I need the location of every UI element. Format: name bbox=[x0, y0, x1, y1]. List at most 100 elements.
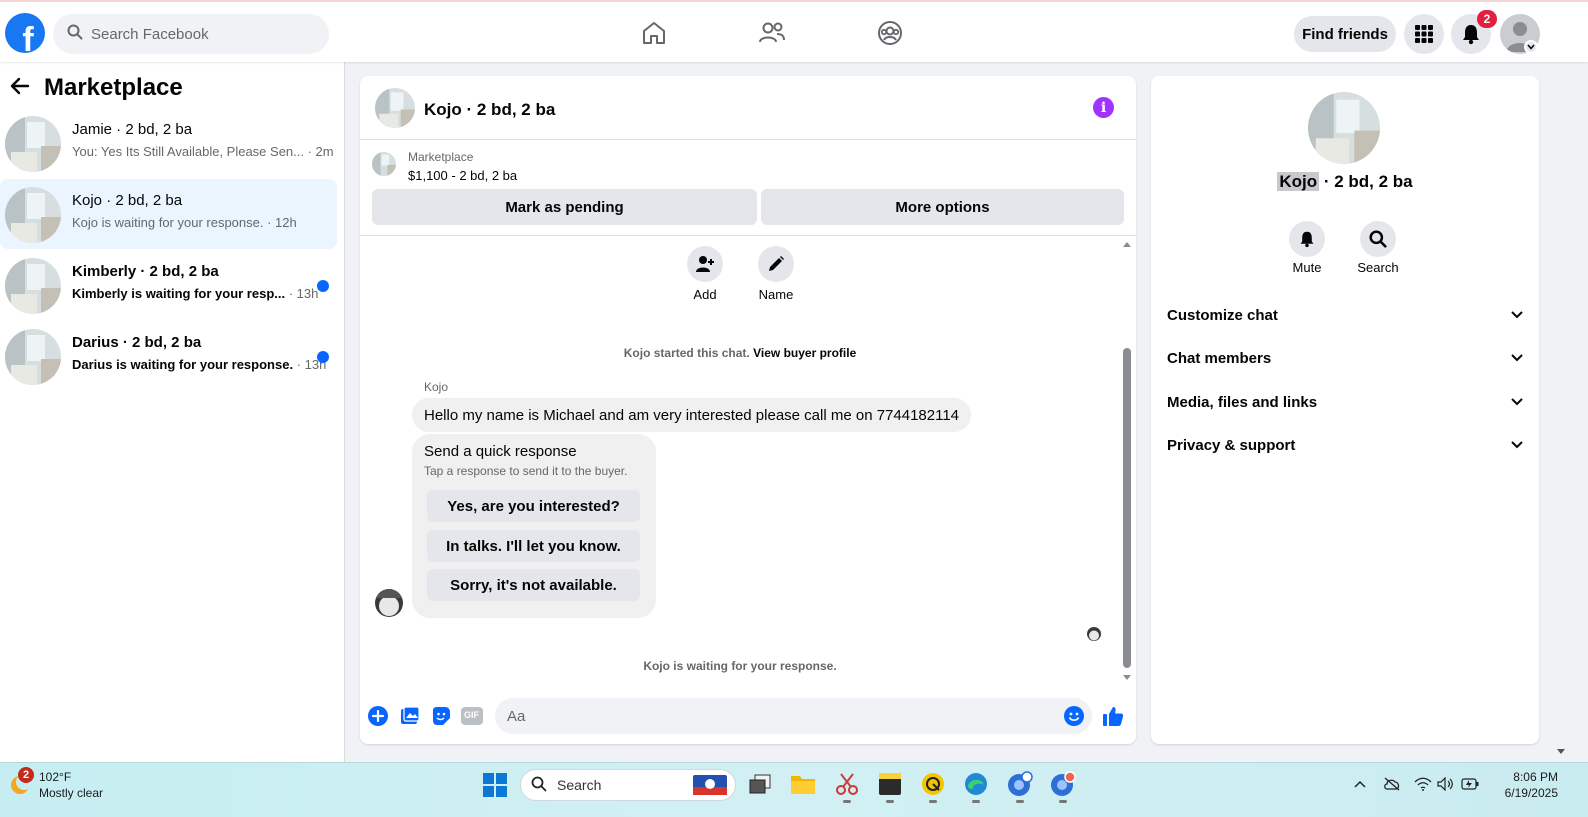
volume-icon[interactable] bbox=[1437, 775, 1455, 793]
search-facebook-input[interactable] bbox=[91, 25, 311, 43]
file-explorer-icon[interactable] bbox=[790, 771, 816, 797]
chrome-profile-icon[interactable] bbox=[1050, 771, 1076, 797]
wifi-icon[interactable] bbox=[1414, 775, 1432, 793]
conversation-avatar[interactable] bbox=[1308, 92, 1380, 164]
chrome-profile-icon[interactable] bbox=[1007, 771, 1033, 797]
home-icon[interactable] bbox=[639, 18, 669, 48]
incoming-message[interactable]: Hello my name is Michael and am very int… bbox=[412, 398, 972, 432]
seen-indicator-avatar bbox=[1087, 627, 1101, 641]
view-buyer-profile-link[interactable]: View buyer profile bbox=[753, 346, 856, 360]
chevron-down-icon bbox=[1511, 354, 1523, 362]
conversation-name: Darius · 2 bd, 2 ba bbox=[72, 334, 202, 351]
mark-as-pending-button[interactable]: Mark as pending bbox=[372, 189, 757, 225]
quick-response-title: Send a quick response bbox=[424, 443, 577, 460]
chat-started-notice: Kojo started this chat. View buyer profi… bbox=[623, 346, 857, 360]
message-input[interactable] bbox=[495, 698, 1092, 734]
listing-banner: Marketplace $1,100 - 2 bd, 2 ba Mark as … bbox=[360, 140, 1136, 236]
conversation-title: Kojo · 2 bd, 2 ba bbox=[1277, 172, 1413, 191]
chat-header: Kojo · 2 bd, 2 ba i bbox=[360, 76, 1136, 140]
sticky-notes-icon[interactable] bbox=[877, 771, 903, 797]
thumbs-up-icon[interactable] bbox=[1102, 705, 1124, 727]
sender-name: Kojo bbox=[424, 380, 449, 394]
weather-temperature[interactable]: 102°F bbox=[39, 770, 71, 784]
chat-title[interactable]: Kojo · 2 bd, 2 ba bbox=[424, 100, 555, 120]
quick-response-option[interactable]: In talks. I'll let you know. bbox=[427, 530, 640, 562]
gif-icon[interactable]: GIF bbox=[461, 705, 483, 727]
scroll-thumb[interactable] bbox=[1123, 348, 1131, 668]
running-indicator bbox=[886, 800, 894, 803]
search-label: Search bbox=[1357, 260, 1399, 275]
listing-source: Marketplace bbox=[408, 150, 474, 164]
battery-charging-icon[interactable] bbox=[1461, 775, 1479, 793]
chevron-down-icon bbox=[1511, 398, 1523, 406]
sender-avatar[interactable] bbox=[375, 589, 403, 617]
taskbar-search-box[interactable]: Search bbox=[520, 769, 736, 801]
emoji-icon[interactable] bbox=[1063, 705, 1085, 727]
running-indicator bbox=[1059, 800, 1067, 803]
facebook-logo[interactable]: f bbox=[5, 13, 45, 53]
search-highlight-flag-icon bbox=[693, 773, 727, 800]
sticker-icon[interactable] bbox=[430, 705, 452, 727]
search-facebook-box[interactable] bbox=[53, 14, 329, 54]
conversation-name: Kojo · 2 bd, 2 ba bbox=[72, 192, 183, 209]
task-view-icon[interactable] bbox=[747, 771, 773, 797]
conversation-snippet: You: Yes Its Still Available, Please Sen… bbox=[72, 144, 334, 159]
friends-icon[interactable] bbox=[757, 18, 787, 48]
app-face-icon[interactable] bbox=[920, 771, 946, 797]
conversation-snippet: Kimberly is waiting for your resp... · 1… bbox=[72, 286, 319, 301]
quick-response-option[interactable]: Yes, are you interested? bbox=[427, 490, 640, 522]
more-options-button[interactable]: More options bbox=[761, 189, 1124, 225]
windows-start-icon[interactable] bbox=[483, 773, 507, 797]
quick-response-option[interactable]: Sorry, it's not available. bbox=[427, 569, 640, 601]
listing-thumbnail bbox=[5, 116, 61, 172]
edge-browser-icon[interactable] bbox=[963, 771, 989, 797]
cloud-off-icon[interactable] bbox=[1383, 775, 1401, 793]
windows-taskbar: 2 102°F Mostly clear Search 8:06 PM 6/19… bbox=[0, 762, 1588, 817]
chevron-down-icon[interactable] bbox=[1524, 40, 1538, 54]
conversation-details-panel: Kojo · 2 bd, 2 ba Mute Search Customize … bbox=[1151, 76, 1539, 744]
unread-indicator bbox=[317, 351, 329, 363]
chat-avatar[interactable] bbox=[375, 88, 415, 128]
conversation-snippet: Kojo is waiting for your response. · 12h bbox=[72, 215, 297, 230]
conversation-jamie[interactable]: Jamie · 2 bd, 2 ba You: Yes Its Still Av… bbox=[0, 108, 337, 178]
clock-time[interactable]: 8:06 PM bbox=[1488, 770, 1558, 784]
waiting-notice: Kojo is waiting for your response. bbox=[643, 659, 837, 673]
listing-price[interactable]: $1,100 - 2 bd, 2 ba bbox=[408, 168, 517, 183]
section-chat-members[interactable]: Chat members bbox=[1167, 338, 1523, 378]
top-navigation-bar: f Find friends 2 bbox=[0, 0, 1588, 62]
conversation-name: Kimberly · 2 bd, 2 ba bbox=[72, 263, 219, 280]
info-icon[interactable]: i bbox=[1093, 97, 1114, 118]
mute-bell-icon[interactable] bbox=[1289, 221, 1325, 257]
show-hidden-icons-chevron-up-icon[interactable] bbox=[1351, 775, 1369, 793]
find-friends-button[interactable]: Find friends bbox=[1294, 16, 1396, 52]
pencil-icon[interactable] bbox=[758, 246, 794, 282]
clock-date[interactable]: 6/19/2025 bbox=[1488, 786, 1558, 800]
notifications-count-badge: 2 bbox=[1477, 10, 1497, 28]
section-privacy-support[interactable]: Privacy & support bbox=[1167, 425, 1523, 465]
back-arrow-icon[interactable] bbox=[10, 76, 30, 101]
plus-circle-icon[interactable] bbox=[367, 705, 389, 727]
listing-thumbnail bbox=[5, 187, 61, 243]
chat-scrollbar[interactable] bbox=[1121, 238, 1133, 686]
section-media-files-links[interactable]: Media, files and links bbox=[1167, 382, 1523, 422]
conversation-kimberly[interactable]: Kimberly · 2 bd, 2 ba Kimberly is waitin… bbox=[0, 250, 337, 320]
photo-icon[interactable] bbox=[399, 705, 421, 727]
marketplace-sidebar: Marketplace Jamie · 2 bd, 2 ba You: Yes … bbox=[0, 62, 345, 762]
quick-response-subtitle: Tap a response to send it to the buyer. bbox=[424, 464, 628, 478]
scroll-down-icon bbox=[1123, 675, 1131, 680]
conversation-darius[interactable]: Darius · 2 bd, 2 ba Darius is waiting fo… bbox=[0, 321, 337, 391]
weather-description[interactable]: Mostly clear bbox=[39, 786, 103, 800]
menu-grid-icon[interactable] bbox=[1404, 14, 1444, 54]
search-icon[interactable] bbox=[1360, 221, 1396, 257]
groups-icon[interactable] bbox=[875, 18, 905, 48]
listing-thumbnail[interactable] bbox=[372, 152, 396, 176]
page-scrollbar[interactable] bbox=[1555, 62, 1567, 762]
mute-label: Mute bbox=[1292, 260, 1322, 275]
message-composer: GIF bbox=[360, 694, 1136, 744]
add-person-icon[interactable] bbox=[687, 246, 723, 282]
snipping-tool-icon[interactable] bbox=[834, 771, 860, 797]
section-customize-chat[interactable]: Customize chat bbox=[1167, 295, 1523, 335]
name-label: Name bbox=[758, 287, 794, 302]
sidebar-header: Marketplace bbox=[10, 74, 183, 102]
conversation-kojo[interactable]: Kojo · 2 bd, 2 ba Kojo is waiting for yo… bbox=[0, 179, 337, 249]
